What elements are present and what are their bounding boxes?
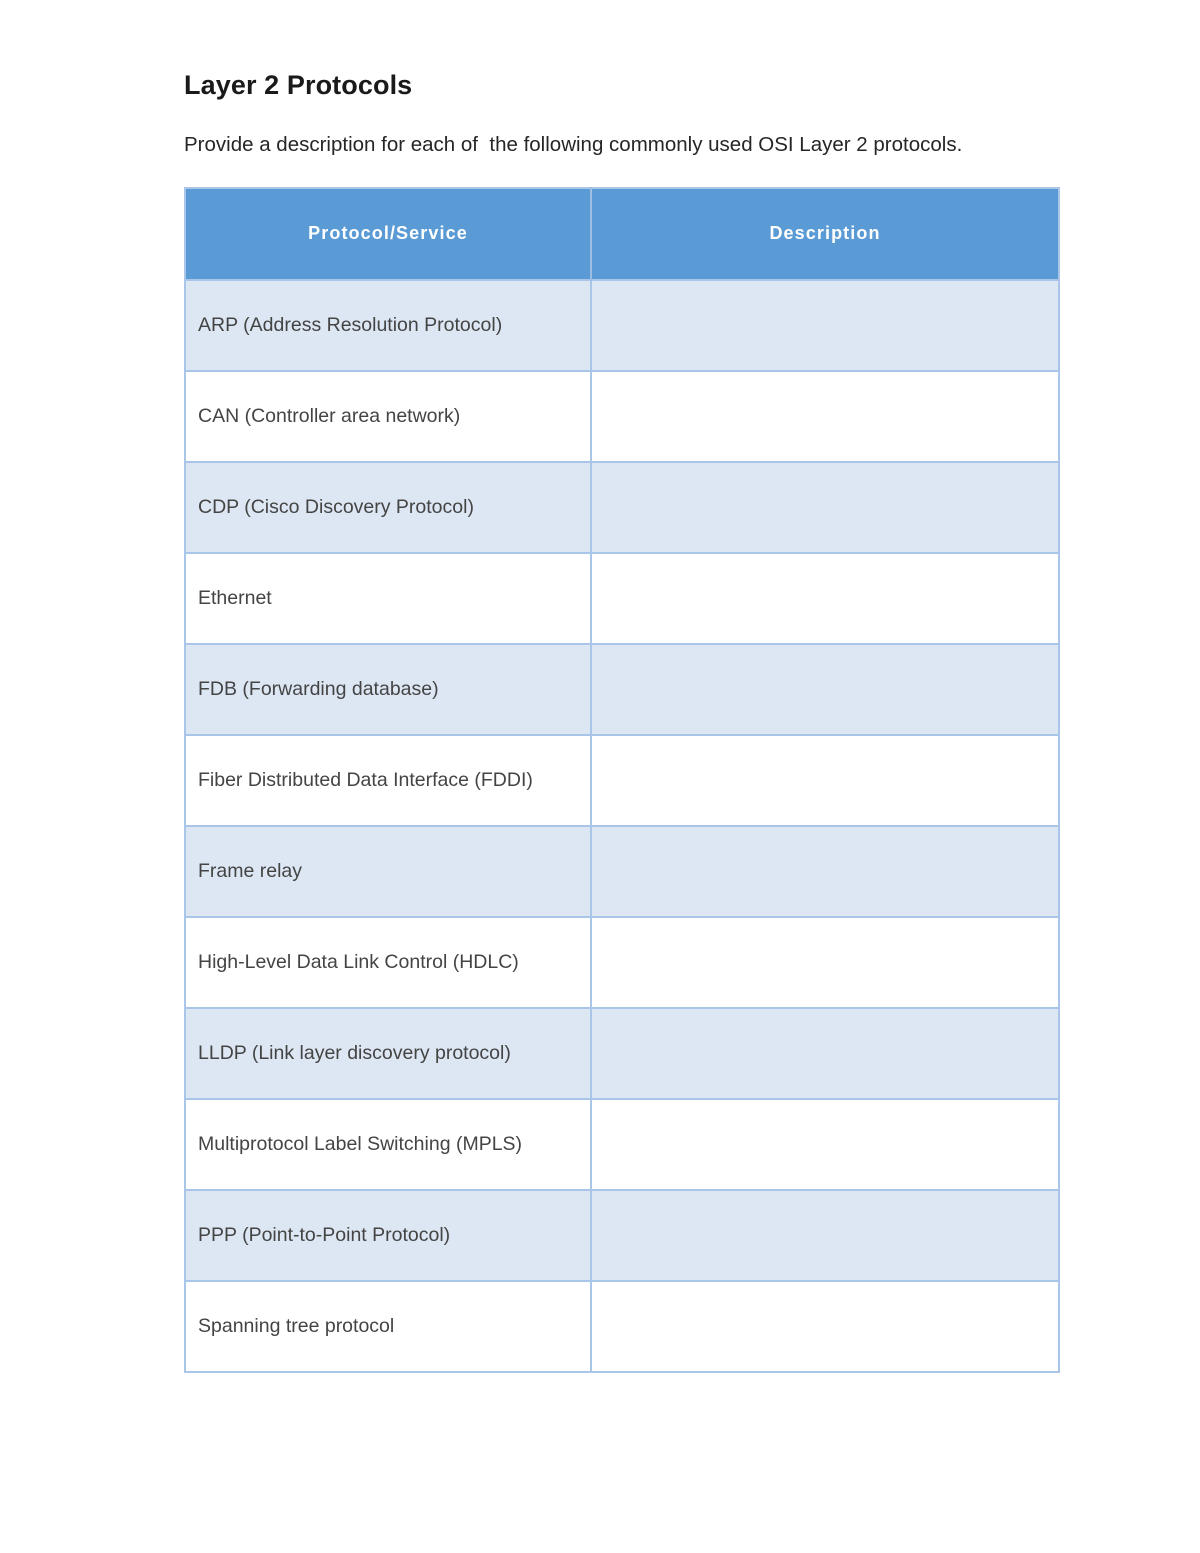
table-body: ARP (Address Resolution Protocol) CAN (Co…	[185, 278, 1059, 1372]
column-header-description: Description	[591, 187, 1059, 280]
document-page: Layer 2 Protocols Provide a description …	[0, 0, 1200, 1553]
table-row: Fiber Distributed Data Interface (FDDI)	[185, 733, 1059, 826]
cell-protocol: Fiber Distributed Data Interface (FDDI)	[185, 733, 592, 826]
table-row: CAN (Controller area network)	[185, 369, 1059, 462]
table-row: High-Level Data Link Control (HDLC)	[185, 915, 1059, 1008]
document-content: Layer 2 Protocols Provide a description …	[184, 70, 1060, 1373]
table-row: PPP (Point-to-Point Protocol)	[185, 1188, 1059, 1281]
protocols-table: Protocol/Service Description ARP (Addres…	[184, 186, 1060, 1373]
cell-description[interactable]	[591, 915, 1059, 1008]
intro-paragraph: Provide a description for each of the fo…	[184, 133, 963, 157]
cell-protocol: ARP (Address Resolution Protocol)	[185, 278, 592, 371]
cell-description[interactable]	[591, 824, 1059, 917]
cell-description[interactable]	[591, 642, 1059, 735]
cell-protocol: FDB (Forwarding database)	[185, 642, 592, 735]
page-title: Layer 2 Protocols	[184, 70, 413, 100]
cell-description[interactable]	[591, 1006, 1059, 1099]
table-row: LLDP (Link layer discovery protocol)	[185, 1006, 1059, 1099]
cell-description[interactable]	[591, 460, 1059, 553]
cell-protocol: LLDP (Link layer discovery protocol)	[185, 1006, 592, 1099]
cell-description[interactable]	[591, 551, 1059, 644]
cell-description[interactable]	[591, 733, 1059, 826]
cell-description[interactable]	[591, 278, 1059, 371]
cell-protocol: PPP (Point-to-Point Protocol)	[185, 1188, 592, 1281]
cell-description[interactable]	[591, 1188, 1059, 1281]
cell-description[interactable]	[591, 1279, 1059, 1372]
column-header-protocol: Protocol/Service	[185, 187, 592, 280]
table-row: Multiprotocol Label Switching (MPLS)	[185, 1097, 1059, 1190]
cell-protocol: CAN (Controller area network)	[185, 369, 592, 462]
cell-protocol: Frame relay	[185, 824, 592, 917]
cell-protocol: Ethernet	[185, 551, 592, 644]
cell-description[interactable]	[591, 1097, 1059, 1190]
cell-protocol: CDP (Cisco Discovery Protocol)	[185, 460, 592, 553]
cell-protocol: Multiprotocol Label Switching (MPLS)	[185, 1097, 592, 1190]
table-row: Frame relay	[185, 824, 1059, 917]
table-row: FDB (Forwarding database)	[185, 642, 1059, 735]
table-row: Spanning tree protocol	[185, 1279, 1059, 1372]
table-row: Ethernet	[185, 551, 1059, 644]
table-header-row: Protocol/Service Description	[185, 187, 1059, 280]
cell-description[interactable]	[591, 369, 1059, 462]
cell-protocol: High-Level Data Link Control (HDLC)	[185, 915, 592, 1008]
table-row: CDP (Cisco Discovery Protocol)	[185, 460, 1059, 553]
table-row: ARP (Address Resolution Protocol)	[185, 278, 1059, 371]
cell-protocol: Spanning tree protocol	[185, 1279, 592, 1372]
table-header: Protocol/Service Description	[185, 187, 1059, 280]
